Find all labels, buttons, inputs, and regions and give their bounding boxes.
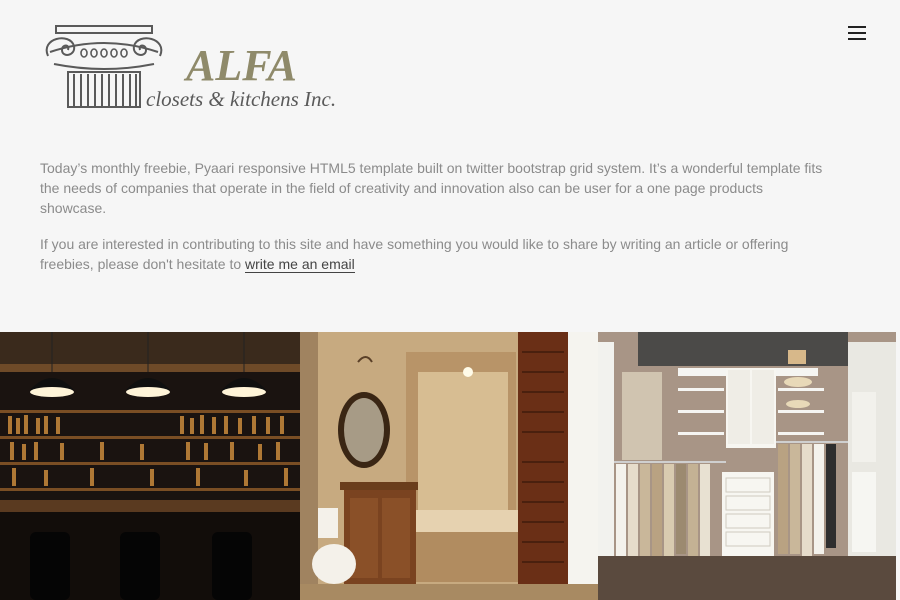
intro-section: Today’s monthly freebie, Pyaari responsi… bbox=[40, 158, 830, 290]
menu-bar bbox=[848, 26, 866, 28]
photo-gallery bbox=[0, 332, 900, 600]
intro-paragraph-1: Today’s monthly freebie, Pyaari responsi… bbox=[40, 160, 823, 216]
bathroom-photo[interactable] bbox=[300, 332, 598, 600]
site-logo[interactable]: ALFA closets & kitchens Inc. bbox=[40, 22, 350, 114]
intro-paragraph-2: If you are interested in contributing to… bbox=[40, 234, 830, 274]
logo-brand: ALFA bbox=[183, 41, 297, 90]
ionic-column-icon bbox=[45, 25, 163, 108]
logo-tagline: closets & kitchens Inc. bbox=[146, 87, 336, 111]
bar-photo[interactable] bbox=[0, 332, 300, 600]
menu-bar bbox=[848, 38, 866, 40]
email-link[interactable]: write me an email bbox=[245, 256, 355, 273]
site-header: ALFA closets & kitchens Inc. bbox=[0, 0, 900, 130]
menu-bar bbox=[848, 32, 866, 34]
hamburger-menu-icon[interactable] bbox=[848, 26, 866, 42]
closet-photo[interactable] bbox=[598, 332, 896, 600]
intro-paragraph-2-text: If you are interested in contributing to… bbox=[40, 236, 789, 272]
